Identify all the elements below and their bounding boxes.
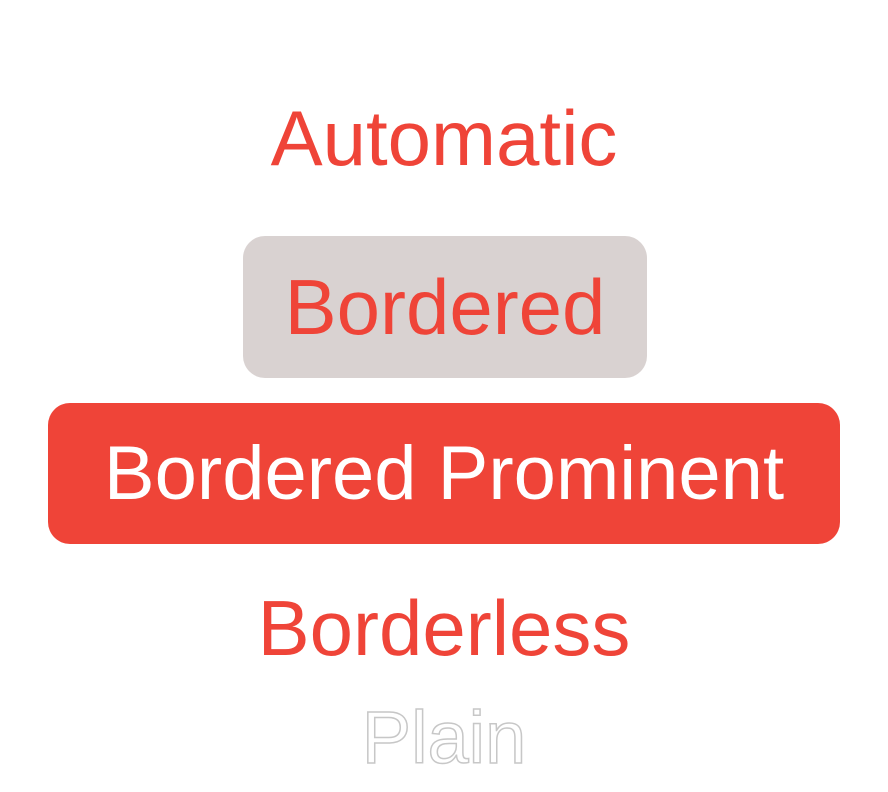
bordered-button[interactable]: Bordered	[243, 236, 647, 378]
button-style-showcase: Automatic Bordered Bordered Prominent Bo…	[0, 0, 888, 792]
plain-button[interactable]: Plain	[300, 692, 588, 784]
automatic-button[interactable]: Automatic	[200, 92, 688, 184]
bordered-prominent-button[interactable]: Bordered Prominent	[48, 403, 840, 544]
borderless-button[interactable]: Borderless	[180, 582, 708, 674]
